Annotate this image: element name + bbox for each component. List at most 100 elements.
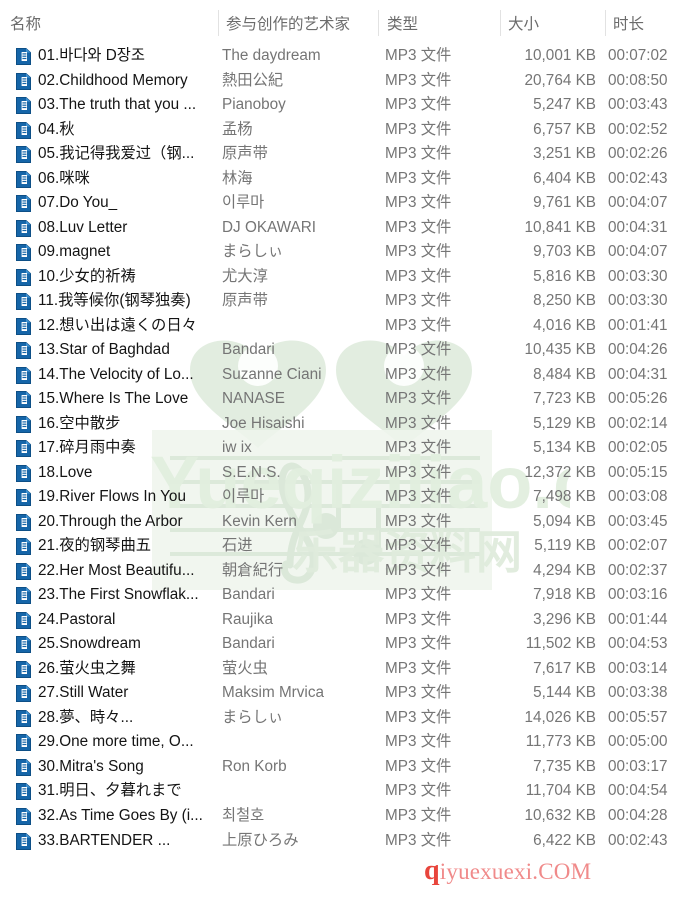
file-name-cell[interactable]: 11.我等候你(钢琴独奏) [38,289,214,314]
column-header-artist[interactable]: 参与创作的艺术家 [226,13,350,37]
table-row[interactable]: 18.Love S.E.N.S. MP3 文件 12,372 KB 00:05:15 [0,461,700,486]
file-name-cell[interactable]: 28.夢、時々... [38,706,214,731]
file-size-cell: 7,735 KB [533,757,596,775]
mp3-file-icon [16,660,31,678]
file-name-cell[interactable]: 31.明日、夕暮れまで [38,779,214,804]
file-duration-cell: 00:02:37 [608,561,668,579]
table-row[interactable]: 17.碎月雨中奏 iw ix MP3 文件 5,134 KB 00:02:05 [0,436,700,461]
column-divider-2[interactable] [378,10,379,36]
file-name-cell[interactable]: 16.空中散步 [38,412,214,437]
table-row[interactable]: 26.萤火虫之舞 萤火虫 MP3 文件 7,617 KB 00:03:14 [0,657,700,682]
table-row[interactable]: 10.少女的祈祷 尤大淳 MP3 文件 5,816 KB 00:03:30 [0,265,700,290]
file-name-cell[interactable]: 29.One more time, O... [38,730,214,755]
column-divider-3[interactable] [500,10,501,36]
file-name-cell[interactable]: 20.Through the Arbor [38,510,214,535]
file-name-cell[interactable]: 22.Her Most Beautifu... [38,559,214,584]
table-row[interactable]: 24.Pastoral Raujika MP3 文件 3,296 KB 00:01:44 [0,608,700,633]
file-name-cell[interactable]: 03.The truth that you ... [38,93,214,118]
file-name-cell[interactable]: 33.BARTENDER ... [38,829,214,854]
file-size-cell: 20,764 KB [524,71,596,89]
table-row[interactable]: 03.The truth that you ... Pianoboy MP3 文件 5… [0,93,700,118]
file-name-cell[interactable]: 27.Still Water [38,681,214,706]
file-size-cell: 8,250 KB [533,292,596,310]
file-name-cell[interactable]: 21.夜的钢琴曲五 [38,534,214,559]
file-name-cell[interactable]: 06.咪咪 [38,167,214,192]
table-row[interactable]: 01.바다와 D장조 The daydream MP3 文件 10,001 KB 00:… [0,44,700,69]
table-row[interactable]: 05.我记得我爱过（钢... 原声带 MP3 文件 3,251 KB 00:02:26 [0,142,700,167]
file-duration-cell: 00:02:52 [608,120,668,138]
file-size-cell: 5,119 KB [534,537,596,555]
table-row[interactable]: 15.Where Is The Love NANASE MP3 文件 7,723 KB… [0,387,700,412]
file-size-cell: 3,251 KB [533,145,596,163]
file-name-cell[interactable]: 18.Love [38,461,214,486]
file-name-cell[interactable]: 17.碎月雨中奏 [38,436,214,461]
file-type-cell: MP3 文件 [385,96,452,114]
table-row[interactable]: 27.Still Water Maksim Mrvica MP3 文件 5,144 K… [0,681,700,706]
column-divider-4[interactable] [605,10,606,36]
file-type-cell: MP3 文件 [385,243,452,261]
file-duration-cell: 00:04:26 [608,341,668,359]
file-name-cell[interactable]: 24.Pastoral [38,608,214,633]
file-name-cell[interactable]: 04.秋 [38,118,214,143]
table-row[interactable]: 02.Childhood Memory 熱田公紀 MP3 文件 20,764 KB 00… [0,69,700,94]
file-type-cell: MP3 文件 [385,439,452,457]
table-row[interactable]: 11.我等候你(钢琴独奏) 原声带 MP3 文件 8,250 KB 00:03:30 [0,289,700,314]
file-artist-cell: DJ OKAWARI [222,218,317,236]
table-row[interactable]: 25.Snowdream Bandari MP3 文件 11,502 KB 00:04:… [0,632,700,657]
column-header-size[interactable]: 大小 [508,13,539,37]
file-name-cell[interactable]: 02.Childhood Memory [38,69,214,94]
table-row[interactable]: 30.Mitra's Song Ron Korb MP3 文件 7,735 KB 00:… [0,755,700,780]
table-row[interactable]: 28.夢、時々... まらしぃ MP3 文件 14,026 KB 00:05:57 [0,706,700,731]
mp3-file-icon [16,72,31,90]
file-size-cell: 5,144 KB [533,684,596,702]
table-row[interactable]: 22.Her Most Beautifu... 朝倉紀行 MP3 文件 4,294 K… [0,559,700,584]
table-row[interactable]: 06.咪咪 林海 MP3 文件 6,404 KB 00:02:43 [0,167,700,192]
table-row[interactable]: 07.Do You_ 이루마 MP3 文件 9,761 KB 00:04:07 [0,191,700,216]
file-duration-cell: 00:05:57 [608,708,668,726]
file-type-cell: MP3 文件 [385,586,452,604]
table-row[interactable]: 16.空中散步 Joe Hisaishi MP3 文件 5,129 KB 00:02:1… [0,412,700,437]
table-row[interactable]: 14.The Velocity of Lo... Suzanne Ciani MP3… [0,363,700,388]
file-name-cell[interactable]: 08.Luv Letter [38,216,214,241]
file-name-cell[interactable]: 12.想い出は遠くの日々 [38,314,214,339]
table-row[interactable]: 20.Through the Arbor Kevin Kern MP3 文件 5,09… [0,510,700,535]
column-header-type[interactable]: 类型 [387,13,418,37]
table-row[interactable]: 31.明日、夕暮れまで MP3 文件 11,704 KB 00:04:54 [0,779,700,804]
file-duration-cell: 00:02:43 [608,169,668,187]
table-row[interactable]: 32.As Time Goes By (i... 최철호 MP3 文件 10,632 … [0,804,700,829]
file-name-cell[interactable]: 15.Where Is The Love [38,387,214,412]
column-divider-1[interactable] [218,10,219,36]
file-name-cell[interactable]: 07.Do You_ [38,191,214,216]
table-row[interactable]: 12.想い出は遠くの日々 MP3 文件 4,016 KB 00:01:41 [0,314,700,339]
file-name-cell[interactable]: 30.Mitra's Song [38,755,214,780]
table-row[interactable]: 21.夜的钢琴曲五 石进 MP3 文件 5,119 KB 00:02:07 [0,534,700,559]
table-row[interactable]: 19.River Flows In You 이루마 MP3 文件 7,498 KB 00… [0,485,700,510]
table-row[interactable]: 23.The First Snowflak... Bandari MP3 文件 7,9… [0,583,700,608]
file-artist-cell: 최철호 [222,806,265,824]
table-row[interactable]: 33.BARTENDER ... 上原ひろみ MP3 文件 6,422 KB 00:02… [0,829,700,854]
column-header-duration[interactable]: 时长 [613,13,644,37]
column-header-name[interactable]: 名称 [10,13,41,37]
file-name-cell[interactable]: 14.The Velocity of Lo... [38,363,214,388]
file-name-cell[interactable]: 25.Snowdream [38,632,214,657]
file-name-cell[interactable]: 32.As Time Goes By (i... [38,804,214,829]
file-name-cell[interactable]: 10.少女的祈祷 [38,265,214,290]
file-name-cell[interactable]: 19.River Flows In You [38,485,214,510]
file-name-cell[interactable]: 09.magnet [38,240,214,265]
file-name-cell[interactable]: 01.바다와 D장조 [38,44,214,69]
file-size-cell: 6,757 KB [533,120,596,138]
table-row[interactable]: 04.秋 孟杨 MP3 文件 6,757 KB 00:02:52 [0,118,700,143]
file-name-cell[interactable]: 05.我记得我爱过（钢... [38,142,214,167]
table-row[interactable]: 08.Luv Letter DJ OKAWARI MP3 文件 10,841 KB 00… [0,216,700,241]
table-row[interactable]: 29.One more time, O... MP3 文件 11,773 KB 00:… [0,730,700,755]
file-name-cell[interactable]: 26.萤火虫之舞 [38,657,214,682]
table-row[interactable]: 13.Star of Baghdad Bandari MP3 文件 10,435 KB… [0,338,700,363]
file-name-cell[interactable]: 23.The First Snowflak... [38,583,214,608]
file-duration-cell: 00:03:30 [608,292,668,310]
file-size-cell: 5,247 KB [533,96,596,114]
mp3-file-icon [16,146,31,164]
file-type-cell: MP3 文件 [385,169,452,187]
table-row[interactable]: 09.magnet まらしぃ MP3 文件 9,703 KB 00:04:07 [0,240,700,265]
file-name-cell[interactable]: 13.Star of Baghdad [38,338,214,363]
file-duration-cell: 00:01:41 [608,316,668,334]
